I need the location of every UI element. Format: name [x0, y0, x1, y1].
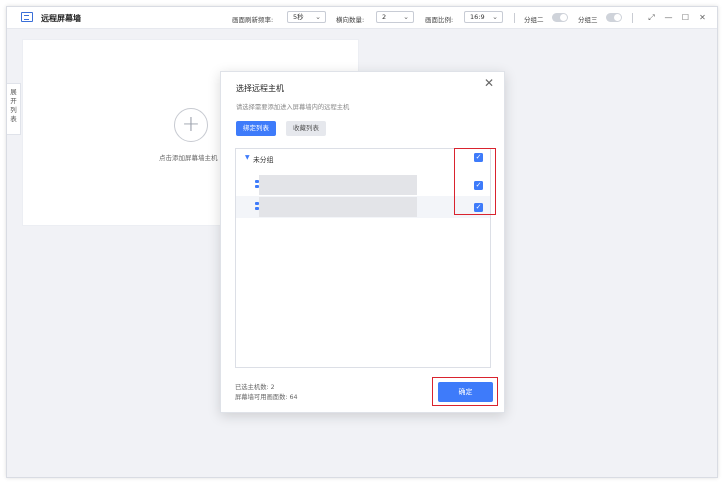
divider — [514, 13, 515, 23]
expand-list-char: 表 — [10, 115, 17, 123]
close-icon[interactable]: ✕ — [697, 12, 708, 23]
restore-icon[interactable]: ⤢ — [646, 12, 657, 23]
ratio-label: 画面比例: — [425, 16, 454, 24]
group-label: 未分组 — [253, 156, 274, 164]
minimize-icon[interactable]: — — [663, 12, 674, 23]
group-row[interactable]: ▼ 未分组 ✓ — [236, 149, 490, 167]
maximize-icon[interactable]: ☐ — [680, 12, 691, 23]
chevron-down-icon: ⌄ — [315, 13, 321, 21]
expand-list-char: 展 — [10, 88, 17, 96]
refresh-rate-label: 画面刷新频率: — [232, 16, 274, 24]
screen-wall-icon — [21, 12, 33, 22]
add-icon[interactable]: + — [174, 108, 208, 142]
ratio-value: 16:9 — [470, 13, 485, 21]
divider — [632, 13, 633, 23]
split3-label: 分组三 — [578, 16, 598, 24]
columns-value: 2 — [382, 13, 387, 21]
title-bar: 远程屏幕墙 画面刷新频率: 5秒 ⌄ 横向数量: 2 ⌄ 画面比例: 16:9 … — [7, 7, 717, 29]
tab-favorites-list[interactable]: 收藏列表 — [286, 121, 326, 136]
available-count: 屏幕墙可用画面数: 64 — [235, 394, 298, 401]
ratio-select[interactable]: 16:9 ⌄ — [464, 11, 503, 23]
host-name-redacted — [259, 197, 417, 217]
app-title: 远程屏幕墙 — [41, 14, 81, 23]
add-host-text[interactable]: 点击添加屏幕墙主机 — [159, 152, 218, 162]
chevron-down-icon: ⌄ — [403, 13, 409, 21]
host-row[interactable]: ✓ — [236, 196, 490, 218]
dialog-hint: 请选择需要添加进入屏幕墙内的远程主机 — [236, 104, 350, 111]
select-host-dialog: ✕ 选择远程主机 请选择需要添加进入屏幕墙内的远程主机 绑定列表 收藏列表 ▼ … — [220, 71, 505, 413]
confirm-highlight-box — [432, 377, 498, 406]
expand-list-char: 开 — [10, 97, 17, 105]
chevron-down-icon: ⌄ — [492, 13, 498, 21]
close-icon[interactable]: ✕ — [484, 76, 494, 90]
checkbox-highlight-box — [454, 148, 496, 215]
tab-bound-list[interactable]: 绑定列表 — [236, 121, 276, 136]
refresh-rate-value: 5秒 — [293, 13, 304, 21]
split2-toggle[interactable] — [552, 13, 568, 22]
host-list: ▼ 未分组 ✓ ✓ ✓ — [235, 148, 491, 368]
columns-label: 横向数量: — [336, 16, 365, 24]
host-row[interactable]: ✓ — [236, 174, 490, 196]
dialog-title: 选择远程主机 — [236, 84, 284, 93]
selected-count: 已选主机数: 2 — [235, 384, 275, 391]
caret-down-icon[interactable]: ▼ — [245, 154, 250, 161]
split3-toggle[interactable] — [606, 13, 622, 22]
split2-label: 分组二 — [524, 16, 544, 24]
expand-list-tab[interactable]: 展 开 列 表 — [7, 83, 21, 135]
host-name-redacted — [259, 175, 417, 195]
columns-select[interactable]: 2 ⌄ — [376, 11, 414, 23]
expand-list-char: 列 — [10, 106, 17, 114]
refresh-rate-select[interactable]: 5秒 ⌄ — [287, 11, 326, 23]
